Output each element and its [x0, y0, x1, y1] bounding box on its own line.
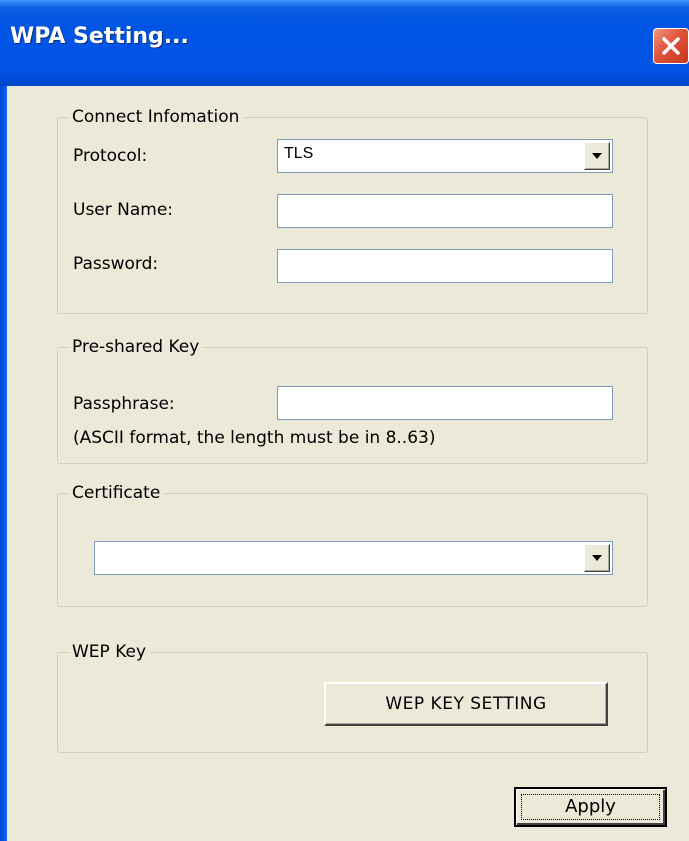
apply-button-label: Apply	[565, 796, 616, 817]
chevron-down-icon	[592, 555, 602, 561]
passphrase-input[interactable]	[277, 386, 613, 420]
passphrase-hint: (ASCII format, the length must be in 8..…	[73, 428, 436, 448]
chevron-down-icon	[592, 153, 602, 159]
certificate-legend: Certificate	[68, 481, 165, 505]
password-input[interactable]	[277, 249, 613, 283]
connect-information-legend: Connect Infomation	[68, 105, 244, 129]
username-label: User Name:	[73, 200, 174, 220]
protocol-dropdown-button[interactable]	[584, 142, 610, 170]
wep-key-setting-button[interactable]: WEP KEY SETTING	[324, 682, 608, 726]
protocol-label: Protocol:	[73, 146, 148, 166]
close-icon	[662, 37, 680, 55]
passphrase-label: Passphrase:	[73, 394, 175, 414]
password-label: Password:	[73, 254, 159, 274]
protocol-selected-value: TLS	[284, 145, 314, 162]
window-left-border	[0, 86, 7, 841]
wep-key-legend: WEP Key	[68, 640, 151, 664]
window-title: WPA Setting...	[10, 24, 189, 49]
apply-button[interactable]: Apply	[514, 787, 667, 827]
protocol-select[interactable]: TLS	[277, 139, 613, 173]
pre-shared-key-legend: Pre-shared Key	[68, 335, 204, 359]
dialog-window: WPA Setting... Connect Infomation Protoc…	[0, 0, 689, 841]
title-bar[interactable]: WPA Setting...	[0, 0, 689, 86]
close-button[interactable]	[653, 28, 689, 64]
certificate-select[interactable]	[94, 541, 613, 575]
certificate-dropdown-button[interactable]	[584, 544, 610, 572]
username-input[interactable]	[277, 194, 613, 228]
